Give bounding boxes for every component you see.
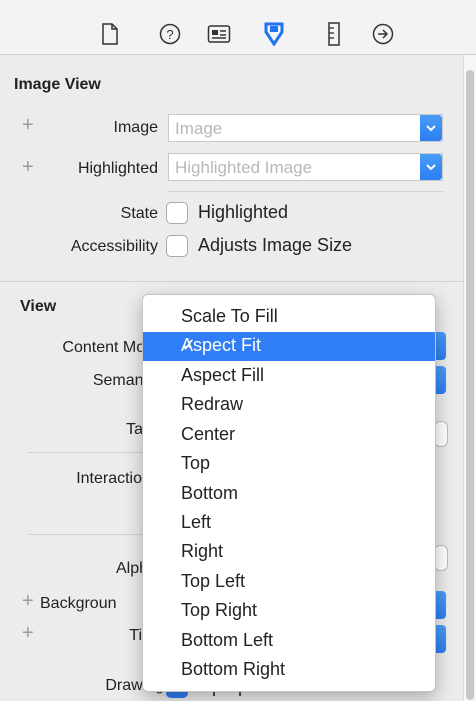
quick-help-icon[interactable]: ? — [158, 22, 182, 46]
alpha-label: Alph — [115, 560, 148, 577]
semantic-label: Semant — [92, 372, 148, 389]
menu-item-top-right[interactable]: Top Right — [143, 597, 435, 626]
highlighted-checkbox-label: Highlighted — [198, 202, 289, 222]
highlighted-image-placeholder: Highlighted Image — [175, 158, 313, 177]
divider — [28, 534, 142, 535]
divider — [28, 452, 142, 453]
background-label: Backgroun — [40, 595, 117, 612]
menu-item-right[interactable]: Right — [143, 538, 435, 567]
identity-inspector-icon[interactable] — [207, 22, 231, 46]
chevron-down-icon — [426, 164, 436, 171]
menu-item-top[interactable]: Top — [143, 450, 435, 479]
menu-item-top-left[interactable]: Top Left — [143, 568, 435, 597]
interaction-label: Interactio — [76, 470, 142, 487]
svg-text:?: ? — [166, 27, 173, 42]
menu-item-redraw[interactable]: Redraw — [143, 391, 435, 420]
adjusts-image-size-checkbox[interactable] — [166, 235, 188, 257]
image-popup-button[interactable] — [420, 115, 442, 141]
tag-stepper[interactable] — [434, 421, 448, 447]
menu-item-center[interactable]: Center — [143, 421, 435, 450]
file-inspector-icon[interactable] — [98, 22, 122, 46]
menu-item-bottom[interactable]: Bottom — [143, 480, 435, 509]
tag-label: Ta — [126, 421, 143, 438]
content-mode-label: Content Mod — [62, 339, 154, 356]
scrollbar-thumb[interactable] — [466, 70, 474, 700]
add-variation-icon-4[interactable]: + — [22, 622, 34, 645]
size-inspector-icon[interactable] — [322, 22, 346, 46]
menu-item-bottom-right[interactable]: Bottom Right — [143, 656, 435, 685]
state-label: State — [120, 205, 158, 222]
accessibility-label: Accessibility — [70, 238, 158, 255]
attributes-inspector-icon[interactable] — [262, 22, 286, 46]
chevron-down-icon — [426, 125, 436, 132]
menu-item-bottom-left[interactable]: Bottom Left — [143, 627, 435, 656]
inspector-toolbar: ? — [0, 0, 476, 55]
menu-item-aspect-fill[interactable]: Aspect Fill — [143, 362, 435, 391]
highlighted-label: Highlighted — [77, 160, 158, 177]
content-mode-menu: Scale To Fill ✓ Aspect Fit Aspect Fill R… — [142, 294, 436, 692]
image-placeholder: Image — [175, 119, 223, 138]
highlighted-checkbox[interactable] — [166, 202, 188, 224]
view-section-title: View — [20, 298, 57, 315]
highlighted-image-field[interactable]: Highlighted Image — [168, 153, 443, 181]
add-variation-icon-2[interactable]: + — [22, 156, 34, 179]
tint-label: Ti — [129, 627, 142, 644]
menu-item-aspect-fit[interactable]: ✓ Aspect Fit — [143, 332, 435, 361]
section-divider — [0, 281, 463, 282]
image-field[interactable]: Image — [168, 114, 443, 142]
image-view-section-title: Image View — [14, 76, 101, 93]
adjusts-image-size-label: Adjusts Image Size — [198, 235, 353, 255]
highlighted-popup-button[interactable] — [420, 154, 442, 180]
menu-item-scale-to-fill[interactable]: Scale To Fill — [143, 303, 435, 332]
menu-item-left[interactable]: Left — [143, 509, 435, 538]
add-variation-icon-3[interactable]: + — [22, 590, 34, 613]
image-label: Image — [113, 119, 158, 136]
divider — [168, 191, 443, 192]
connections-inspector-icon[interactable] — [371, 22, 395, 46]
add-variation-icon[interactable]: + — [22, 114, 34, 137]
alpha-stepper[interactable] — [434, 545, 448, 571]
